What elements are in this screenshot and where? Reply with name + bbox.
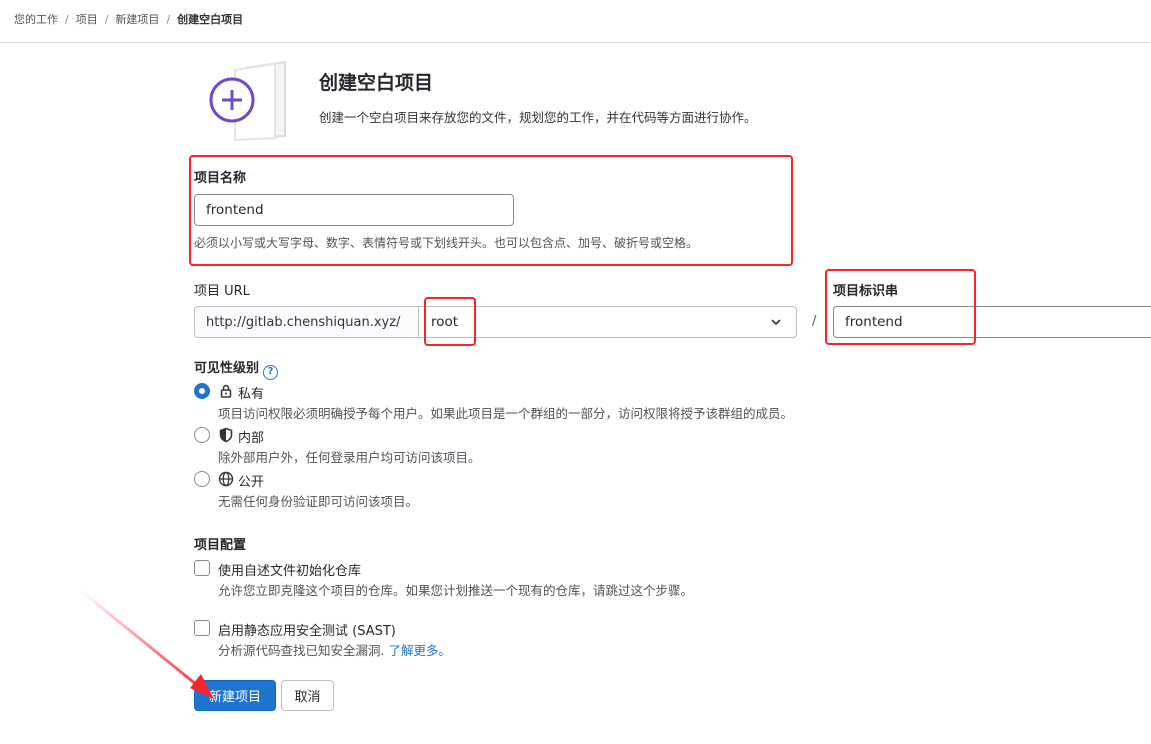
lock-icon xyxy=(220,384,232,398)
visibility-label: 可见性级别? xyxy=(194,357,279,380)
breadcrumb-item-new-project[interactable]: 新建项目 xyxy=(115,11,159,27)
project-name-input[interactable]: frontend xyxy=(194,194,514,226)
readme-description: 允许您立即克隆这个项目的仓库。如果您计划推送一个现有的仓库，请跳过这个步骤。 xyxy=(218,583,694,598)
visibility-private-radio[interactable] xyxy=(194,383,210,399)
visibility-label-text: 可见性级别 xyxy=(194,361,260,376)
page-title: 创建空白项目 xyxy=(319,72,434,94)
project-url-group: http://gitlab.chenshiquan.xyz/ root xyxy=(194,306,797,338)
sast-checkbox[interactable] xyxy=(194,620,210,636)
project-name-label: 项目名称 xyxy=(194,171,247,186)
project-config-label: 项目配置 xyxy=(194,538,247,553)
cancel-button[interactable]: 取消 xyxy=(281,680,334,711)
breadcrumb-separator: / xyxy=(104,12,109,26)
chevron-down-icon xyxy=(771,319,781,325)
visibility-public-radio[interactable] xyxy=(194,471,210,487)
visibility-public-label[interactable]: 公开 xyxy=(238,471,264,490)
visibility-private-label[interactable]: 私有 xyxy=(238,383,264,402)
shield-icon xyxy=(219,427,233,443)
url-separator: / xyxy=(812,314,817,329)
header-divider xyxy=(0,42,1151,43)
page-description: 创建一个空白项目来存放您的文件，规划您的工作，并在代码等方面进行协作。 xyxy=(319,110,757,125)
visibility-internal-label[interactable]: 内部 xyxy=(238,427,264,446)
breadcrumb-item-projects[interactable]: 项目 xyxy=(76,11,98,27)
project-url-label: 项目 URL xyxy=(194,284,250,299)
question-icon[interactable]: ? xyxy=(263,365,279,380)
namespace-select[interactable]: root xyxy=(419,307,796,337)
readme-label[interactable]: 使用自述文件初始化仓库 xyxy=(218,560,361,579)
visibility-internal-radio[interactable] xyxy=(194,427,210,443)
globe-icon xyxy=(218,471,234,487)
breadcrumb-separator: / xyxy=(65,12,69,26)
visibility-public-description: 无需任何身份验证即可访问该项目。 xyxy=(218,494,419,509)
sast-description: 分析源代码查找已知安全漏洞. xyxy=(218,643,385,658)
project-slug-input[interactable]: frontend xyxy=(833,306,1151,338)
sast-label[interactable]: 启用静态应用安全测试 (SAST) xyxy=(218,620,396,639)
blank-project-illustration xyxy=(209,60,286,142)
url-prefix: http://gitlab.chenshiquan.xyz/ xyxy=(195,307,419,337)
breadcrumb-separator: / xyxy=(166,12,171,26)
sast-description-row: 分析源代码查找已知安全漏洞. 了解更多。 xyxy=(218,640,451,659)
breadcrumb-item-your-work[interactable]: 您的工作 xyxy=(14,11,58,27)
readme-checkbox[interactable] xyxy=(194,560,210,576)
create-project-button[interactable]: 新建项目 xyxy=(194,680,276,711)
project-name-help: 必须以小写或大写字母、数字、表情符号或下划线开头。也可以包含点、加号、破折号或空… xyxy=(194,236,699,250)
visibility-internal-description: 除外部用户外，任何登录用户均可访问该项目。 xyxy=(218,450,481,465)
breadcrumb-current: 创建空白项目 xyxy=(177,13,244,26)
breadcrumb: 您的工作 / 项目 / 新建项目 / 创建空白项目 xyxy=(14,11,243,27)
project-slug-label: 项目标识串 xyxy=(833,284,899,299)
visibility-private-description: 项目访问权限必须明确授予每个用户。如果此项目是一个群组的一部分，访问权限将授予该… xyxy=(218,406,794,421)
sast-learn-more-link[interactable]: 了解更多。 xyxy=(388,643,451,658)
namespace-value: root xyxy=(431,314,459,330)
